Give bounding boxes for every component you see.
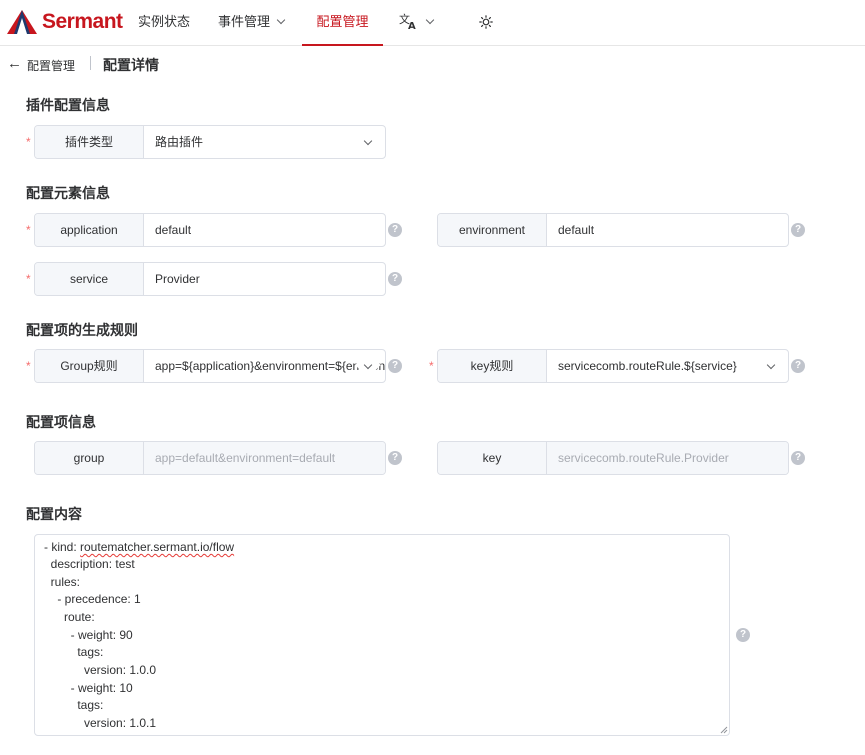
key-value: servicecomb.routeRule.Provider bbox=[547, 442, 788, 474]
breadcrumb-divider bbox=[90, 56, 91, 70]
help-icon[interactable]: ? bbox=[388, 451, 402, 465]
select-value[interactable]: app=${application}&environment=${environ… bbox=[144, 350, 385, 382]
brand-name: Sermant bbox=[42, 10, 123, 33]
help-icon[interactable]: ? bbox=[736, 628, 750, 642]
section-title-plugin: 插件配置信息 bbox=[26, 97, 110, 113]
nav-config-management[interactable]: 配置管理 bbox=[302, 0, 383, 46]
application-input[interactable]: default bbox=[144, 214, 385, 246]
field-label: Group规则 bbox=[35, 350, 144, 382]
select-value-text: 路由插件 bbox=[155, 135, 204, 149]
field-label: key bbox=[438, 442, 547, 474]
field-label: group bbox=[35, 442, 144, 474]
code-line: - precedence: 1 bbox=[44, 592, 141, 606]
environment-input[interactable]: default bbox=[547, 214, 788, 246]
section-title-rule: 配置项的生成规则 bbox=[26, 322, 138, 338]
select-value-text: app=${application}&environment=${environ… bbox=[155, 359, 385, 373]
code-line: - weight: 10 bbox=[44, 681, 133, 695]
key-rule-select[interactable]: key规则 servicecomb.routeRule.${service} bbox=[437, 349, 789, 383]
chevron-down-icon bbox=[766, 360, 776, 370]
required-mark: * bbox=[429, 359, 434, 373]
environment-field[interactable]: environment default bbox=[437, 213, 789, 247]
help-icon[interactable]: ? bbox=[388, 359, 402, 373]
code-line: version: 1.0.1 bbox=[44, 716, 157, 730]
code-line: tags: bbox=[44, 698, 104, 712]
code-line: tags: bbox=[44, 645, 104, 659]
field-label: application bbox=[35, 214, 144, 246]
service-input[interactable]: Provider bbox=[144, 263, 385, 295]
breadcrumb-parent-link[interactable]: 配置管理 bbox=[27, 57, 75, 74]
required-mark: * bbox=[26, 359, 31, 373]
select-value-text: servicecomb.routeRule.${service} bbox=[558, 359, 737, 373]
application-field[interactable]: application default bbox=[34, 213, 386, 247]
svg-text:A: A bbox=[408, 21, 416, 30]
sermant-logo-icon bbox=[7, 10, 37, 34]
key-field: key servicecomb.routeRule.Provider bbox=[437, 441, 789, 475]
chevron-down-icon bbox=[276, 15, 286, 25]
config-content-textarea[interactable]: - kind: routematcher.sermant.io/flow des… bbox=[34, 534, 730, 736]
page-title: 配置详情 bbox=[103, 57, 159, 73]
section-title-item: 配置项信息 bbox=[26, 414, 96, 430]
sun-icon[interactable] bbox=[479, 15, 493, 29]
field-label: environment bbox=[438, 214, 547, 246]
select-value[interactable]: servicecomb.routeRule.${service} bbox=[547, 350, 788, 382]
field-label: service bbox=[35, 263, 144, 295]
code-line: - weight: 90 bbox=[44, 628, 133, 642]
required-mark: * bbox=[26, 135, 31, 149]
code-text: routematcher.sermant.io/flow bbox=[80, 540, 235, 554]
top-nav: Sermant 实例状态 事件管理 配置管理 文 A bbox=[0, 0, 865, 46]
code-line: version: 1.0.0 bbox=[44, 663, 157, 677]
logo[interactable]: Sermant bbox=[6, 7, 123, 37]
translate-icon: 文 A bbox=[399, 12, 416, 32]
nav-label: 实例状态 bbox=[138, 14, 191, 29]
required-mark: * bbox=[26, 272, 31, 286]
nav-label: 事件管理 bbox=[218, 14, 271, 29]
group-field: group app=default&environment=default bbox=[34, 441, 386, 475]
code-line: - kind: routematcher.sermant.io/flow bbox=[44, 540, 234, 554]
chevron-down-icon bbox=[363, 136, 373, 146]
help-icon[interactable]: ? bbox=[388, 223, 402, 237]
section-title-content: 配置内容 bbox=[26, 506, 82, 522]
plugin-type-select[interactable]: 插件类型 路由插件 bbox=[34, 125, 386, 159]
nav-instance-status[interactable]: 实例状态 bbox=[138, 0, 190, 46]
resize-handle-icon[interactable] bbox=[720, 726, 728, 734]
code-line: rules: bbox=[44, 575, 81, 589]
code-text: - kind: bbox=[44, 540, 81, 554]
field-label: key规则 bbox=[438, 350, 547, 382]
select-value[interactable]: 路由插件 bbox=[144, 126, 385, 158]
chevron-down-icon bbox=[425, 15, 435, 25]
help-icon[interactable]: ? bbox=[791, 451, 805, 465]
code-line: description: test bbox=[44, 557, 135, 571]
help-icon[interactable]: ? bbox=[791, 359, 805, 373]
language-switcher[interactable]: 文 A bbox=[399, 0, 435, 46]
field-label: 插件类型 bbox=[35, 126, 144, 158]
nav-event-management[interactable]: 事件管理 bbox=[218, 0, 286, 46]
group-rule-select[interactable]: Group规则 app=${application}&environment=$… bbox=[34, 349, 386, 383]
nav-label: 配置管理 bbox=[316, 14, 369, 29]
required-mark: * bbox=[26, 223, 31, 237]
code-line: route: bbox=[44, 610, 95, 624]
back-arrow-icon[interactable]: ← bbox=[7, 56, 22, 72]
service-field[interactable]: service Provider bbox=[34, 262, 386, 296]
help-icon[interactable]: ? bbox=[791, 223, 805, 237]
section-title-element: 配置元素信息 bbox=[26, 185, 110, 201]
help-icon[interactable]: ? bbox=[388, 272, 402, 286]
group-value: app=default&environment=default bbox=[144, 442, 385, 474]
